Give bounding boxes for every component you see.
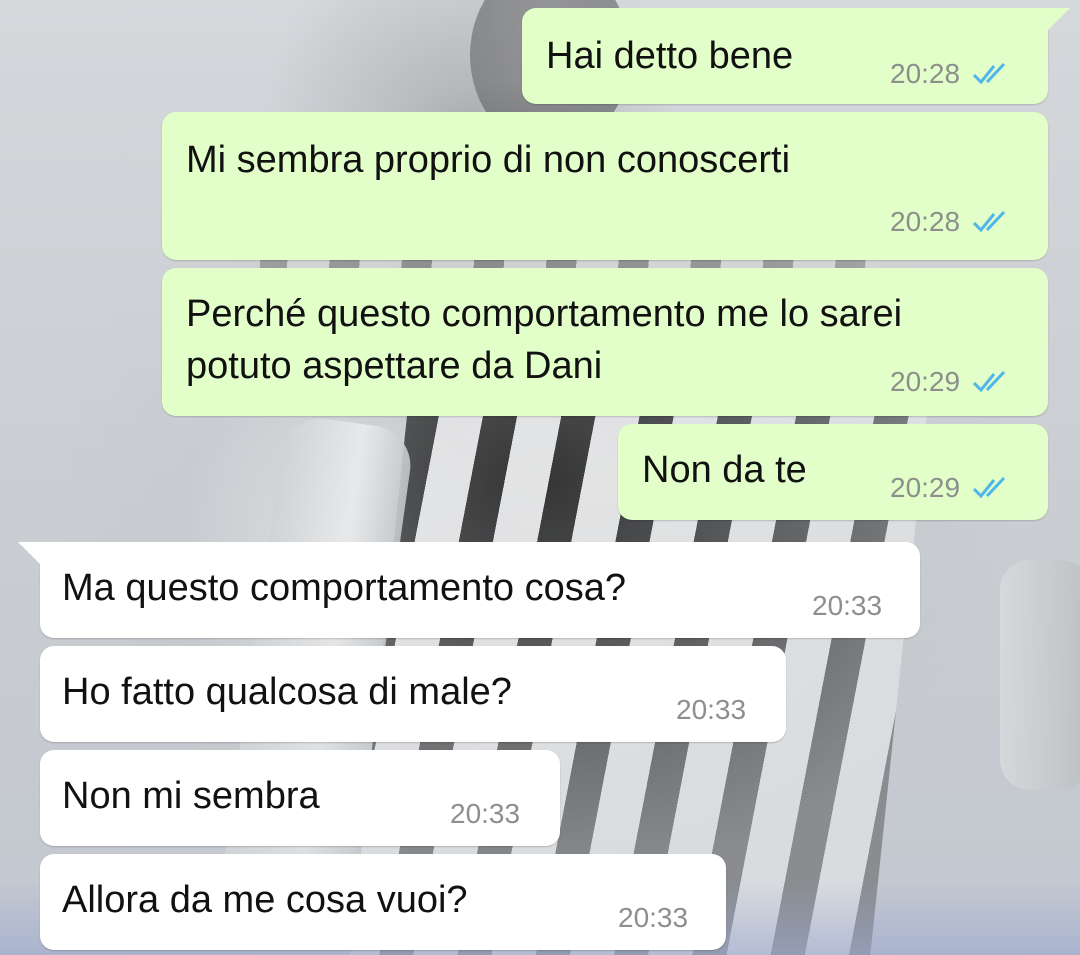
message-meta: 20:29 (890, 472, 1010, 504)
message-time: 20:29 (890, 472, 961, 503)
message-text: Non da te (642, 449, 807, 491)
message-text: Non mi sembra (62, 775, 320, 817)
message-bubble-incoming[interactable]: Non mi sembra 20:33 (40, 750, 560, 846)
message-list: Hai detto bene 20:28 Mi sembra proprio d… (0, 0, 1080, 955)
message-meta: 20:28 (890, 206, 1010, 238)
message-meta: 20:28 (890, 58, 1010, 90)
double-check-icon (973, 476, 1006, 499)
message-bubble-outgoing[interactable]: Perché questo comportamento me lo sarei … (162, 268, 1048, 416)
message-text-line-2: potuto aspettare da Dani (186, 345, 603, 387)
message-meta: 20:29 (890, 366, 1010, 398)
message-time: 20:33 (812, 590, 883, 621)
message-time: 20:28 (890, 58, 961, 89)
message-bubble-outgoing[interactable]: Hai detto bene 20:28 (522, 8, 1070, 104)
message-text: Mi sembra proprio di non conoscerti (186, 139, 791, 181)
double-check-icon (973, 370, 1006, 393)
message-bubble-incoming[interactable]: Ma questo comportamento cosa? 20:33 (18, 542, 920, 638)
double-check-icon (973, 62, 1006, 85)
message-time: 20:33 (618, 902, 689, 933)
message-bubble-outgoing[interactable]: Mi sembra proprio di non conoscerti 20:2… (162, 112, 1048, 260)
message-time: 20:29 (890, 366, 961, 397)
message-bubble-incoming[interactable]: Allora da me cosa vuoi? 20:33 (40, 854, 726, 950)
message-text: Allora da me cosa vuoi? (62, 879, 468, 921)
message-time: 20:33 (450, 798, 521, 829)
message-time: 20:28 (890, 206, 961, 237)
double-check-icon (973, 210, 1006, 233)
message-text: Ma questo comportamento cosa? (62, 567, 626, 609)
message-text: Ho fatto qualcosa di male? (62, 671, 512, 713)
bubble-tail (1048, 8, 1070, 30)
message-text: Hai detto bene (546, 35, 794, 77)
message-time: 20:33 (676, 694, 747, 725)
bubble-tail (18, 542, 40, 564)
message-text-line-1: Perché questo comportamento me lo sarei (186, 293, 903, 335)
message-bubble-outgoing[interactable]: Non da te 20:29 (618, 424, 1048, 520)
message-bubble-incoming[interactable]: Ho fatto qualcosa di male? 20:33 (40, 646, 786, 742)
